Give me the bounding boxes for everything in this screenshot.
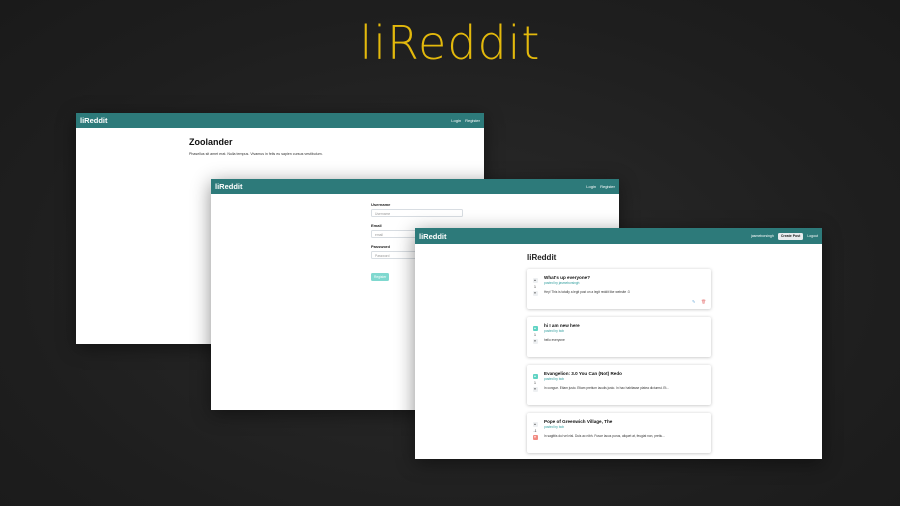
vote-section: ▲ 1 ▼ [532,374,538,392]
logout-button[interactable]: Logout [807,234,818,238]
post-author: posted by bob [544,329,565,333]
post-title-link[interactable]: What's up everyone? [544,275,705,280]
brand-logo[interactable]: liReddit [215,182,243,191]
feed-window: liReddit jasmeborsingh Create Post Logou… [415,228,822,459]
post-title: Zoolander [189,137,233,147]
brand-logo[interactable]: liReddit [419,232,447,241]
post-feed: liReddit ▲ 1 ▼ What's up everyone? posted by… [527,253,711,459]
post-card[interactable]: ▲ 1 ▼ hi I am new here posted by bob hello ev… [527,317,711,357]
post-title-link[interactable]: Pope of Greenwich Village, The [544,419,705,424]
downvote-icon[interactable]: ▼ [532,387,538,392]
post-actions: ✎ 🗑 [692,300,706,304]
login-link[interactable]: Login [451,118,461,123]
post-author: posted by bob [544,377,565,381]
upvote-icon[interactable]: ▲ [532,374,538,379]
post-snippet: In sagittis dui vel nisl. Duis ac nibh. … [544,434,665,438]
vote-section: ▲ 1 ▼ [532,278,538,296]
edit-icon[interactable]: ✎ [692,300,696,304]
vote-count: 1 [534,333,536,337]
brand-logo[interactable]: liReddit [80,116,108,125]
vote-section: ▲ 1 ▼ [532,326,538,344]
post-list: ▲ 1 ▼ What's up everyone? posted by jasmebor… [527,269,711,459]
navbar: liReddit Login Register [76,113,484,128]
post-card[interactable]: ▲ -1 ▼ Pope of Greenwich Village, The posted… [527,413,711,453]
post-author: posted by jasmeborsingh [544,281,580,285]
feed-brand: liReddit [527,253,557,262]
username-label: Username [371,202,391,207]
post-snippet: In congue. Etiam justo. Etiam pretium ia… [544,386,670,390]
register-button[interactable]: Register [371,273,390,281]
downvote-icon[interactable]: ▼ [532,339,538,344]
post-body: What's up everyone? posted by jasmeborsin… [544,275,705,294]
vote-count: 1 [534,381,536,385]
create-post-button[interactable]: Create Post [777,232,804,240]
post-snippet: hello everyone [544,338,565,342]
navbar: liReddit Login Register [211,179,619,194]
nav-links: Login Register [451,118,480,123]
vote-count: -1 [533,429,537,433]
downvote-icon[interactable]: ▼ [532,291,538,296]
nav-links: Login Register [586,184,615,189]
post-body: Evangelion: 3.0 You Can (Not) Redo posted… [544,371,705,390]
post-author: posted by bob [544,425,565,429]
upvote-icon[interactable]: ▲ [532,422,538,427]
post-card[interactable]: ▲ 1 ▼ What's up everyone? posted by jasmebor… [527,269,711,309]
username-input[interactable]: Username [371,209,463,217]
upvote-icon[interactable]: ▲ [532,326,538,331]
post-body: hi I am new here posted by bob hello every… [544,323,705,342]
delete-icon[interactable]: 🗑 [701,300,706,304]
post-text: Phasellus sit amet erat. Nulla tempus. V… [189,152,323,156]
post-snippet: Hey! This is totally a legit post on a l… [544,290,630,294]
hero-title: liReddit [359,16,541,70]
vote-count: 1 [534,285,536,289]
register-link[interactable]: Register [465,118,480,123]
post-detail: Zoolander Phasellus sit amet erat. Nulla… [189,137,323,156]
post-card[interactable]: ▲ 1 ▼ Evangelion: 3.0 You Can (Not) Redo pos… [527,365,711,405]
vote-section: ▲ -1 ▼ [532,422,538,440]
username-link[interactable]: jasmeborsingh [751,234,774,238]
downvote-icon[interactable]: ▼ [532,435,538,440]
register-link[interactable]: Register [600,184,615,189]
navbar: liReddit jasmeborsingh Create Post Logou… [415,228,822,244]
post-title-link[interactable]: Evangelion: 3.0 You Can (Not) Redo [544,371,705,376]
post-body: Pope of Greenwich Village, The posted by … [544,419,705,438]
nav-links: jasmeborsingh Create Post Logout [751,232,818,240]
login-link[interactable]: Login [586,184,596,189]
post-title-link[interactable]: hi I am new here [544,323,705,328]
upvote-icon[interactable]: ▲ [532,278,538,283]
